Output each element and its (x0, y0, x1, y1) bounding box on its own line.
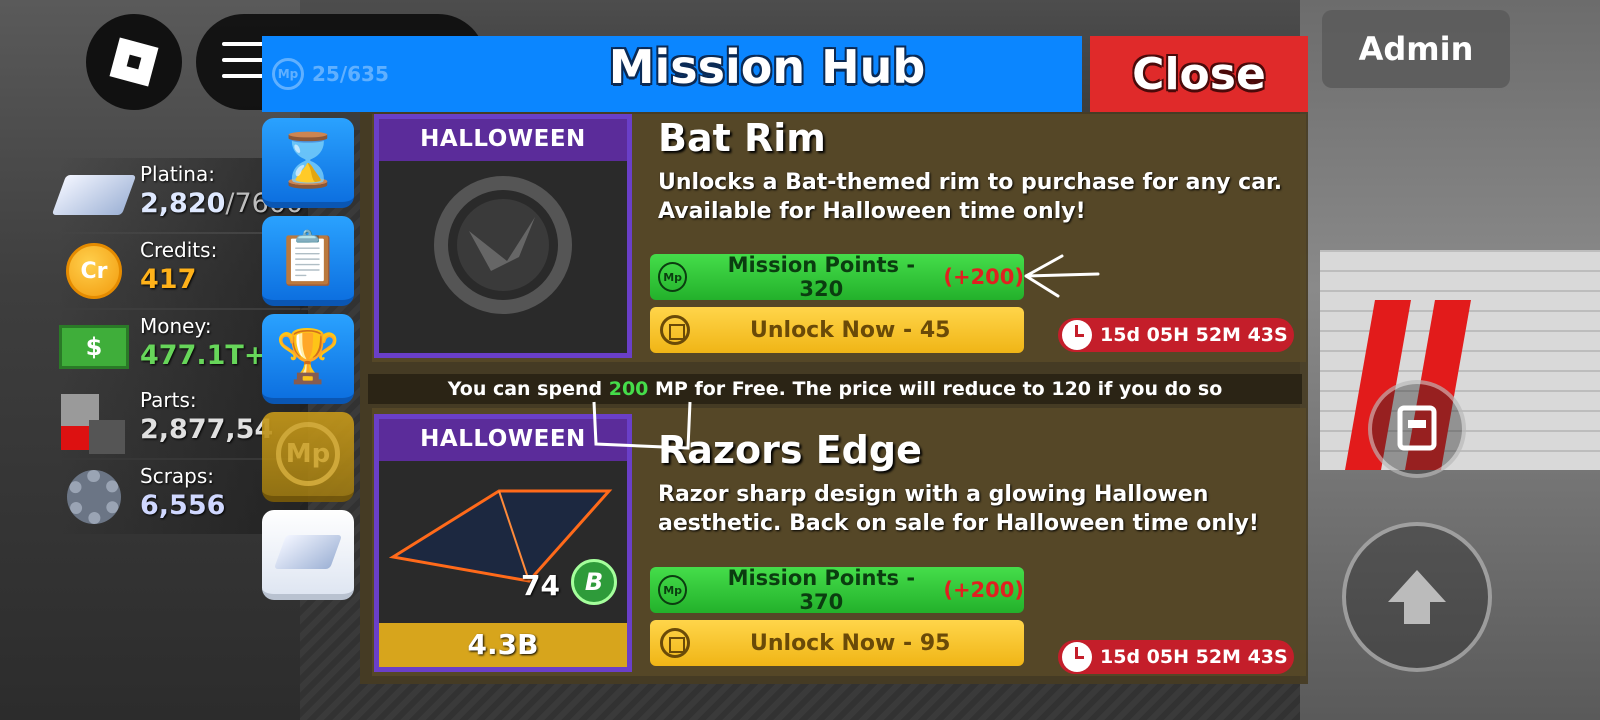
mission-points-icon: Mp (276, 422, 340, 486)
tab-platina[interactable] (262, 510, 354, 600)
inventory-icon (1397, 405, 1437, 451)
hourglass-icon: ⌛ (275, 130, 341, 191)
tab-trophy[interactable]: 🏆 (262, 314, 354, 404)
platina-bars-icon (51, 162, 137, 228)
item-thumbnail: HALLOWEEN (374, 114, 632, 358)
unlock-now-button[interactable]: Unlock Now - 45 (650, 307, 1024, 353)
jump-button[interactable] (1342, 522, 1492, 672)
mp-counter-value: 25/635 (312, 62, 389, 86)
razors-edge-image: 74 B (379, 461, 627, 629)
item-description: Unlocks a Bat-themed rim to purchase for… (658, 170, 1283, 224)
credits-coin-icon: Cr (58, 238, 130, 304)
clock-icon (1062, 320, 1092, 350)
rarity-badge-icon: B (571, 559, 617, 605)
robux-icon (660, 315, 690, 345)
scraps-gear-icon (58, 464, 130, 530)
sale-timer: 15d 05H 52M 43S (1058, 318, 1294, 352)
item-description: Razor sharp design with a glowing Hallow… (658, 482, 1259, 536)
mission-points-buy-button[interactable]: Mp Mission Points - 320 (+200) (650, 253, 1024, 301)
scraps-label: Scraps: (140, 464, 215, 488)
platina-bars-icon (273, 535, 343, 569)
close-button[interactable]: Close (1090, 36, 1308, 112)
admin-button[interactable]: Admin (1322, 10, 1510, 88)
parts-label: Parts: (140, 388, 197, 412)
roblox-menu-button[interactable] (86, 14, 182, 110)
tab-mission-points[interactable]: Mp (262, 412, 354, 502)
category-label: HALLOWEEN (379, 119, 627, 161)
item-title: Bat Rim (658, 116, 826, 160)
parts-cubes-icon (58, 388, 130, 454)
item-thumbnail: HALLOWEEN 74 B 4.3B (374, 414, 632, 672)
mp-counter: Mp 25/635 (272, 56, 389, 92)
tab-clipboard[interactable]: 📋 (262, 216, 354, 306)
mission-points-buy-button[interactable]: Mp Mission Points - 370 (+200) (650, 566, 1024, 614)
mission-points-icon: Mp (658, 262, 688, 292)
credits-label: Credits: (140, 238, 218, 262)
robux-icon (660, 628, 690, 658)
tab-hourglass[interactable]: ⌛ (262, 118, 354, 208)
clock-icon (1062, 642, 1092, 672)
hand-drawn-bracket-icon (592, 401, 692, 450)
mission-points-icon: Mp (658, 575, 688, 605)
money-label: Money: (140, 314, 212, 338)
tier-level: 74 (521, 569, 560, 602)
hand-drawn-arrow-icon (1024, 254, 1100, 298)
bat-rim-image (434, 176, 572, 314)
trophy-icon: 🏆 (275, 326, 341, 387)
money-bill-icon: $ (58, 314, 130, 380)
clipboard-icon: 📋 (275, 228, 341, 289)
page-title: Mission Hub (608, 40, 926, 94)
platina-label: Platina: (140, 162, 215, 186)
unlock-now-button[interactable]: Unlock Now - 95 (650, 620, 1024, 666)
item-price: 4.3B (379, 623, 627, 667)
inventory-button[interactable] (1368, 380, 1466, 478)
info-message: You can spend 200 MP for Free. The price… (368, 374, 1302, 404)
mission-points-icon: Mp (272, 58, 304, 90)
arrow-up-icon (1388, 570, 1446, 624)
sale-timer: 15d 05H 52M 43S (1058, 640, 1294, 674)
roblox-logo-icon (109, 37, 159, 87)
